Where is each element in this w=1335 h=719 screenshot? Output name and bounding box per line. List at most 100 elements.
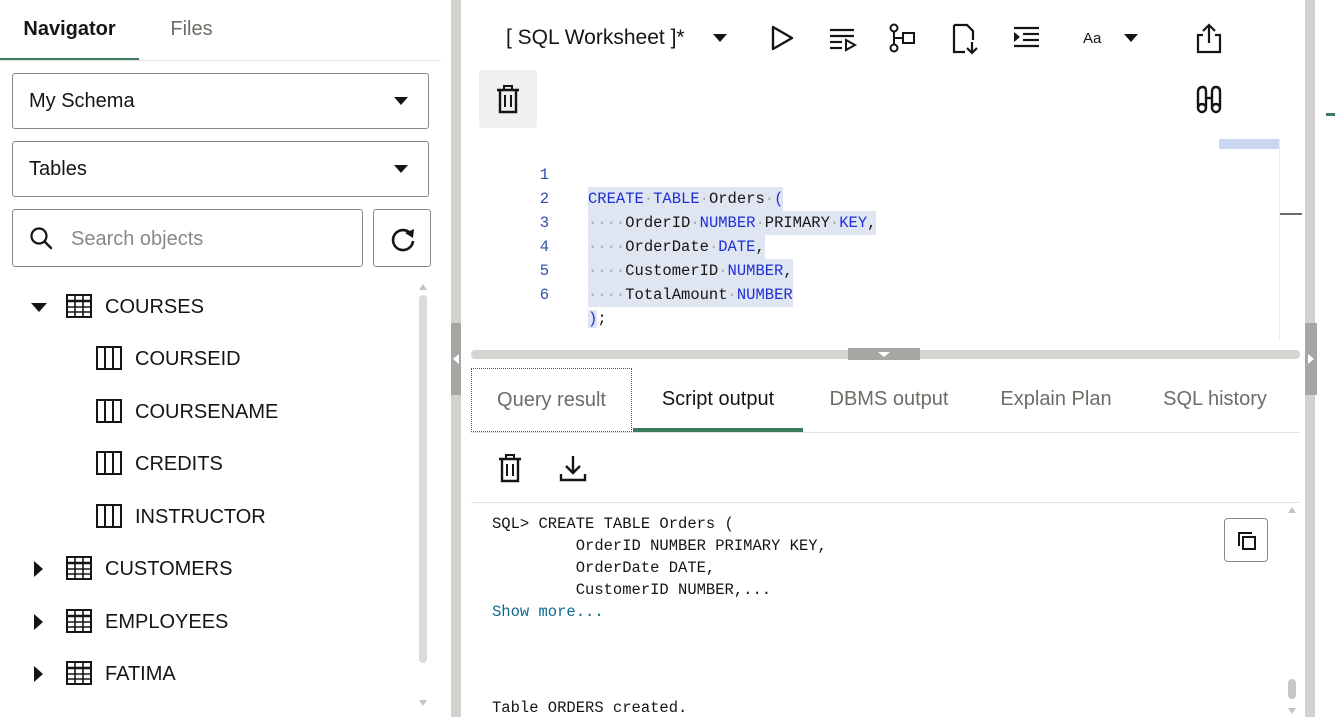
tab-navigator[interactable]: Navigator	[0, 0, 139, 61]
collapse-down-icon[interactable]	[877, 351, 891, 358]
copy-icon	[1238, 532, 1256, 550]
scrollbar-thumb[interactable]	[1288, 679, 1296, 699]
scroll-down-icon[interactable]	[1288, 707, 1296, 715]
output-scrollbar[interactable]	[1286, 503, 1298, 717]
scroll-up-icon[interactable]	[1288, 506, 1296, 514]
format-icon[interactable]	[1012, 22, 1042, 54]
download-icon[interactable]	[558, 453, 588, 483]
caret-down-icon[interactable]	[31, 303, 47, 312]
tree-item-employees[interactable]: EMPLOYEES	[0, 596, 410, 648]
schema-select-value: My Schema	[29, 90, 135, 112]
refresh-icon	[391, 228, 415, 252]
run-script-icon[interactable]	[828, 22, 858, 54]
tree-item-coursename[interactable]: COURSENAME	[0, 386, 410, 438]
search-input[interactable]	[69, 224, 353, 254]
caret-right-icon[interactable]	[34, 614, 43, 630]
tree-item-label: CUSTOMERS	[105, 558, 233, 580]
code-text: CREATE·TABLE·Orders·(	[588, 187, 784, 211]
object-type-select-value: Tables	[29, 158, 87, 180]
navigator-panel: Navigator Files My Schema Tables Search …	[0, 0, 441, 717]
tab-sql-history[interactable]: SQL history	[1145, 368, 1285, 432]
explain-plan-icon[interactable]	[888, 22, 918, 54]
code-text: );	[588, 310, 607, 328]
code-text: ····OrderID·NUMBER·PRIMARY·KEY,	[588, 211, 877, 235]
tab-files[interactable]: Files	[139, 0, 244, 60]
code-line[interactable]: 5 ····TotalAmount·NUMBER	[471, 235, 793, 307]
side-panel-accent	[1326, 113, 1335, 116]
tree-item-fatima[interactable]: FATIMA	[0, 648, 410, 700]
tree-item-customers[interactable]: CUSTOMERS	[0, 543, 410, 595]
tree-item-label: COURSES	[105, 296, 204, 318]
tree-item-instructor[interactable]: INSTRUCTOR	[0, 491, 410, 543]
code-text: ····TotalAmount·NUMBER	[588, 283, 793, 307]
tab-script-output[interactable]: Script output	[633, 368, 803, 432]
tab-query-result[interactable]: Query result	[471, 368, 632, 432]
object-type-select[interactable]: Tables	[12, 141, 429, 197]
autotrace-icon[interactable]	[950, 22, 980, 56]
table-icon	[66, 661, 92, 685]
schema-select[interactable]: My Schema	[12, 73, 429, 129]
tree-item-credits[interactable]: CREDITS	[0, 438, 410, 490]
editor-minimap[interactable]	[1219, 139, 1302, 341]
collapse-right-icon[interactable]	[1307, 353, 1315, 365]
tab-divider	[471, 432, 1300, 433]
caret-right-icon[interactable]	[34, 561, 43, 577]
clear-output-icon[interactable]	[496, 453, 524, 483]
tree-item-label: COURSENAME	[135, 401, 279, 423]
column-icon	[96, 451, 122, 475]
copy-output-button[interactable]	[1224, 518, 1268, 562]
code-line[interactable]: 4 ····CustomerID·NUMBER,	[471, 211, 793, 283]
chevron-down-icon[interactable]	[1123, 33, 1139, 43]
search-icon	[30, 227, 53, 250]
panel-splitter-right[interactable]	[1300, 0, 1320, 717]
share-icon[interactable]	[1194, 22, 1224, 56]
code-line[interactable]: 2 ····OrderID·NUMBER·PRIMARY·KEY,	[471, 163, 877, 235]
text-case-label[interactable]: Aa	[1083, 30, 1101, 47]
line-number: 6	[539, 286, 549, 304]
tab-explain-plan[interactable]: Explain Plan	[980, 368, 1132, 432]
clear-editor-button[interactable]	[479, 70, 537, 128]
output-line: SQL> CREATE TABLE Orders (	[492, 515, 734, 533]
tree-item-courses[interactable]: COURSES	[0, 281, 410, 333]
tree-item-label: INSTRUCTOR	[135, 506, 266, 528]
output-result-line: Table ORDERS created.	[492, 699, 688, 717]
splitter-grip[interactable]	[848, 348, 920, 360]
output-line: OrderID NUMBER PRIMARY KEY,	[492, 537, 827, 555]
tree-item-label: FATIMA	[105, 663, 176, 685]
code-line[interactable]: 3 ····OrderDate·DATE,	[471, 187, 765, 259]
minimap-selection	[1219, 139, 1279, 149]
chevron-down-icon	[394, 97, 408, 105]
output-line: CustomerID NUMBER,...	[492, 581, 772, 599]
worksheet-title[interactable]: [ SQL Worksheet ]*	[506, 26, 685, 50]
tab-divider	[0, 60, 441, 61]
show-more-link[interactable]: Show more...	[492, 601, 604, 623]
column-icon	[96, 504, 122, 528]
tree-item-label: EMPLOYEES	[105, 611, 229, 633]
code-line[interactable]: 1 CREATE·TABLE·Orders·(	[471, 139, 784, 211]
tree-item-courseid[interactable]: COURSEID	[0, 333, 410, 385]
collapse-left-icon[interactable]	[452, 353, 460, 365]
minimap-cursor	[1280, 213, 1302, 215]
scroll-down-icon[interactable]	[419, 699, 427, 707]
tree-scrollbar[interactable]	[419, 283, 427, 717]
splitter-grip[interactable]	[1305, 323, 1317, 395]
scrollbar-thumb[interactable]	[419, 295, 427, 663]
table-icon	[66, 294, 92, 318]
code-line[interactable]: 6 );	[471, 259, 607, 328]
scroll-up-icon[interactable]	[419, 283, 427, 291]
run-statement-icon[interactable]	[768, 22, 796, 54]
output-line: OrderDate DATE,	[492, 559, 716, 577]
splitter-grip[interactable]	[451, 323, 461, 395]
chevron-down-icon[interactable]	[712, 33, 728, 43]
refresh-button[interactable]	[373, 209, 431, 267]
tab-dbms-output[interactable]: DBMS output	[810, 368, 968, 432]
column-icon	[96, 346, 122, 370]
panel-splitter-left[interactable]	[441, 0, 471, 717]
editor-output-splitter[interactable]	[471, 347, 1300, 361]
find-icon[interactable]	[1195, 84, 1223, 114]
tree-item-label: CREDITS	[135, 453, 223, 475]
column-icon	[96, 399, 122, 423]
caret-right-icon[interactable]	[34, 666, 43, 682]
table-icon	[66, 609, 92, 633]
code-text: ····CustomerID·NUMBER,	[588, 259, 793, 283]
